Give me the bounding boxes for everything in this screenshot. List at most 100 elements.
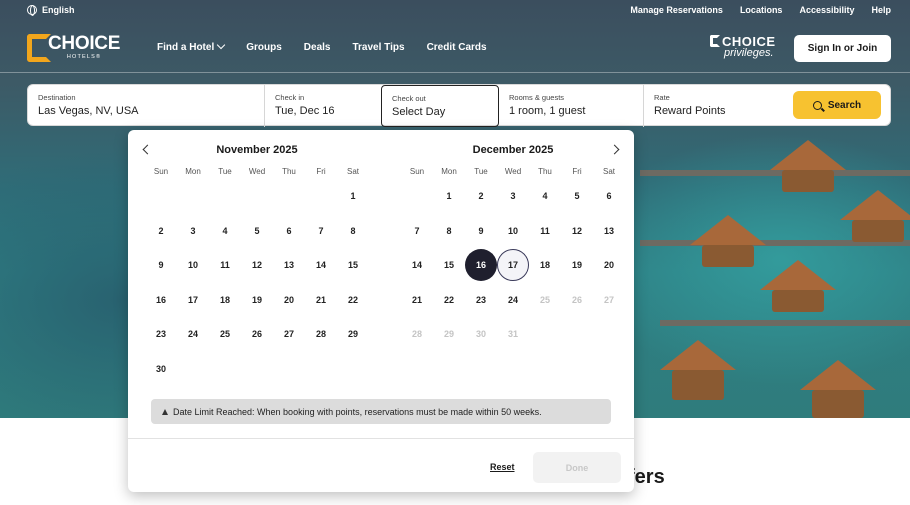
search-button[interactable]: Search <box>793 91 881 119</box>
weekday-label: Wed <box>504 167 522 176</box>
day-number: 3 <box>510 191 516 202</box>
checkout-field[interactable]: Check out Select Day <box>381 85 499 127</box>
day-number: 22 <box>443 294 454 305</box>
day-number: 6 <box>606 191 612 202</box>
done-button[interactable]: Done <box>533 452 621 483</box>
day-cell[interactable]: 4 <box>529 179 561 214</box>
choice-privileges-logo[interactable]: CHOICE privileges. <box>710 35 776 59</box>
pier <box>660 320 910 326</box>
day-cell[interactable]: 28 <box>305 317 337 352</box>
day-cell[interactable]: 20 <box>273 283 305 318</box>
day-cell[interactable]: 3 <box>497 179 529 214</box>
rate-field[interactable]: Rate Reward Points <box>643 85 788 127</box>
day-cell[interactable]: 26 <box>241 317 273 352</box>
day-cell[interactable]: 8 <box>433 214 465 249</box>
nav-groups[interactable]: Groups <box>246 42 282 53</box>
link-manage-reservations[interactable]: Manage Reservations <box>630 5 723 15</box>
search-icon <box>812 100 822 110</box>
day-cell[interactable]: 29 <box>337 317 369 352</box>
day-cell[interactable]: 6 <box>273 214 305 249</box>
day-cell[interactable]: 21 <box>305 283 337 318</box>
choice-hotels-logo[interactable]: CHOICE HOTELS® <box>27 34 120 62</box>
nav-find-a-hotel[interactable]: Find a Hotel <box>157 40 226 53</box>
language-selector[interactable]: English <box>27 5 75 16</box>
link-locations[interactable]: Locations <box>740 5 783 15</box>
reset-button[interactable]: Reset <box>490 462 515 472</box>
day-cell[interactable]: 10 <box>177 248 209 283</box>
day-cell[interactable]: 1 <box>433 179 465 214</box>
day-cell[interactable]: 14 <box>305 248 337 283</box>
day-cell[interactable]: 18 <box>209 283 241 318</box>
day-cell[interactable]: 24 <box>497 283 529 318</box>
day-cell[interactable]: 5 <box>561 179 593 214</box>
day-cell[interactable]: 13 <box>593 214 625 249</box>
day-number: 28 <box>315 329 326 340</box>
day-cell[interactable]: 15 <box>337 248 369 283</box>
day-cell[interactable]: 24 <box>177 317 209 352</box>
day-cell[interactable]: 12 <box>561 214 593 249</box>
day-number: 14 <box>315 260 326 271</box>
day-grid: 1 2 3 4 5 6 7 8 9 10 11 12 13 14 15 16 17 18 19 20 21 22 23 24 2… <box>145 179 369 386</box>
day-number: 1 <box>446 191 452 202</box>
day-cell[interactable]: 23 <box>145 317 177 352</box>
day-cell[interactable]: 2 <box>145 214 177 249</box>
day-cell[interactable]: 25 <box>209 317 241 352</box>
checkin-field[interactable]: Check in Tue, Dec 16 <box>264 85 381 127</box>
day-cell: 29 <box>433 317 465 352</box>
day-cell: 31 <box>497 317 529 352</box>
destination-field[interactable]: Destination Las Vegas, NV, USA <box>28 85 264 127</box>
day-cell[interactable]: 11 <box>209 248 241 283</box>
choice-logo-icon <box>27 34 51 62</box>
day-cell[interactable]: 21 <box>401 283 433 318</box>
day-cell[interactable]: 7 <box>305 214 337 249</box>
day-cell[interactable]: 18 <box>529 248 561 283</box>
weekday-header: Sun Mon Tue Wed Thu Fri Sat <box>145 167 369 176</box>
day-cell[interactable]: 16 <box>145 283 177 318</box>
day-cell[interactable]: 22 <box>433 283 465 318</box>
link-help[interactable]: Help <box>871 5 891 15</box>
day-cell[interactable]: 7 <box>401 214 433 249</box>
day-cell: 25 <box>529 283 561 318</box>
day-cell[interactable]: 23 <box>465 283 497 318</box>
day-cell[interactable]: 1 <box>337 179 369 214</box>
nav-deals[interactable]: Deals <box>304 42 331 53</box>
day-cell[interactable]: 13 <box>273 248 305 283</box>
nav-credit-cards[interactable]: Credit Cards <box>427 42 487 53</box>
day-number: 19 <box>571 260 582 271</box>
day-cell[interactable]: 9 <box>145 248 177 283</box>
empty-day-cell <box>145 179 177 214</box>
day-cell[interactable]: 3 <box>177 214 209 249</box>
day-cell[interactable]: 12 <box>241 248 273 283</box>
day-number: 25 <box>219 329 230 340</box>
day-cell[interactable]: 22 <box>337 283 369 318</box>
destination-value: Las Vegas, NV, USA <box>38 105 139 117</box>
day-cell[interactable]: 11 <box>529 214 561 249</box>
day-cell[interactable]: 15 <box>433 248 465 283</box>
day-cell[interactable]: 27 <box>273 317 305 352</box>
empty-day-cell <box>273 179 305 214</box>
day-cell[interactable]: 9 <box>465 214 497 249</box>
day-number: 10 <box>507 225 518 236</box>
day-cell[interactable]: 5 <box>241 214 273 249</box>
day-number: 24 <box>507 294 518 305</box>
day-cell[interactable]: 6 <box>593 179 625 214</box>
link-accessibility[interactable]: Accessibility <box>799 5 854 15</box>
rooms-guests-field[interactable]: Rooms & guests 1 room, 1 guest <box>499 85 643 127</box>
day-cell[interactable]: 30 <box>145 352 177 387</box>
day-number: 31 <box>507 329 518 340</box>
day-cell[interactable]: 4 <box>209 214 241 249</box>
day-cell[interactable]: 10 <box>497 214 529 249</box>
day-cell[interactable]: 17 <box>177 283 209 318</box>
day-cell[interactable]: 8 <box>337 214 369 249</box>
sign-in-button[interactable]: Sign In or Join <box>794 35 891 62</box>
day-cell[interactable]: 17 <box>497 248 529 283</box>
day-cell: 28 <box>401 317 433 352</box>
day-cell[interactable]: 2 <box>465 179 497 214</box>
day-cell[interactable]: 20 <box>593 248 625 283</box>
day-number: 15 <box>443 260 454 271</box>
day-cell[interactable]: 19 <box>561 248 593 283</box>
day-cell[interactable]: 16 <box>465 248 497 283</box>
day-cell[interactable]: 14 <box>401 248 433 283</box>
nav-travel-tips[interactable]: Travel Tips <box>352 42 404 53</box>
day-cell[interactable]: 19 <box>241 283 273 318</box>
